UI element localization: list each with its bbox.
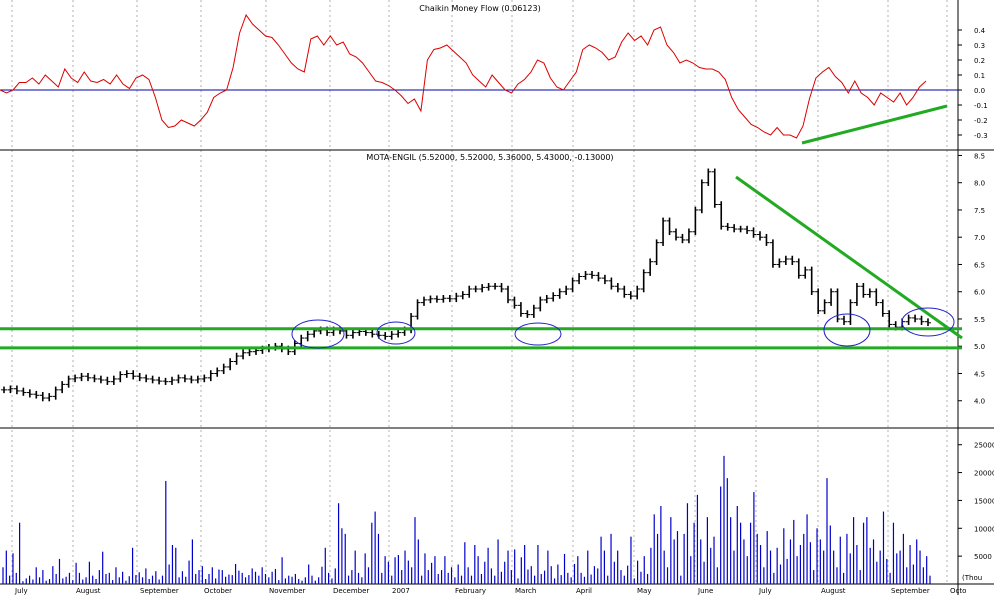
x-tick-label: Octo	[950, 587, 966, 595]
y-tick-label: 8.5	[974, 152, 985, 160]
chart-root: 0.4 0.3 0.2 0.1 0.0 -0.1 -0.2 -0.3 8.5 8.0 7.5 7.0 6…	[0, 0, 994, 595]
y-tick-label: 7.0	[974, 234, 985, 242]
x-tick-label: July	[14, 587, 28, 595]
x-tick-label: July	[758, 587, 772, 595]
y-tick-label: 5.5	[974, 316, 985, 324]
cmf-title: Chaikin Money Flow (0.06123)	[419, 4, 540, 13]
x-tick-label: September	[891, 587, 930, 595]
x-tick-label: November	[269, 587, 306, 595]
y-tick-label: -0.2	[974, 117, 988, 125]
x-tick-label: February	[455, 587, 486, 595]
x-tick-label: August	[76, 587, 101, 595]
y-tick-label: 25000	[974, 442, 994, 450]
x-tick-label: October	[204, 587, 232, 595]
y-tick-label: 4.5	[974, 370, 985, 378]
x-tick-label: June	[697, 587, 713, 595]
y-tick-label: 6.5	[974, 261, 985, 269]
x-tick-label: September	[140, 587, 179, 595]
x-tick-label: May	[637, 587, 651, 595]
x-tick-label: 2007	[392, 587, 410, 595]
y-tick-label: -0.3	[974, 132, 988, 140]
y-tick-label: 0.3	[974, 42, 985, 50]
y-tick-label: 0.2	[974, 57, 985, 65]
x-tick-label: March	[515, 587, 536, 595]
y-tick-label: -0.1	[974, 102, 988, 110]
y-tick-label: 5.0	[974, 343, 985, 351]
y-tick-label: 5000	[974, 553, 992, 561]
y-tick-label: 6.0	[974, 289, 985, 297]
y-tick-label: 10000	[974, 525, 994, 533]
y-tick-label: 0.0	[974, 87, 985, 95]
volume-unit-label: (Thou	[962, 574, 982, 582]
y-tick-label: 4.0	[974, 398, 985, 406]
y-tick-label: 20000	[974, 470, 994, 478]
y-tick-label: 7.5	[974, 207, 985, 215]
y-tick-label: 0.4	[974, 27, 986, 35]
chart-canvas: 0.4 0.3 0.2 0.1 0.0 -0.1 -0.2 -0.3 8.5 8.0 7.5 7.0 6…	[0, 0, 994, 595]
x-tick-label: April	[576, 587, 592, 595]
y-tick-label: 0.1	[974, 72, 985, 80]
y-tick-label: 8.0	[974, 180, 985, 188]
x-tick-label: December	[333, 587, 369, 595]
y-tick-label: 15000	[974, 497, 994, 505]
price-title: MOTA-ENGIL (5.52000, 5.52000, 5.36000, 5…	[366, 153, 613, 162]
x-tick-label: August	[821, 587, 846, 595]
